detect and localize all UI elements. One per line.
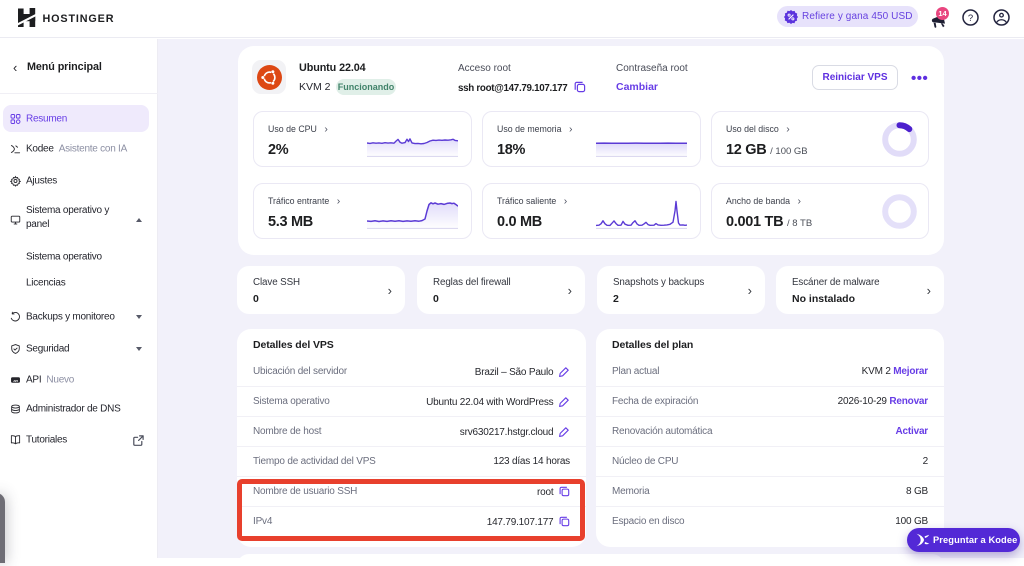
svg-text:API: API (13, 379, 18, 383)
svg-text:?: ? (968, 13, 973, 24)
svg-text:HOSTINGER: HOSTINGER (43, 13, 115, 25)
